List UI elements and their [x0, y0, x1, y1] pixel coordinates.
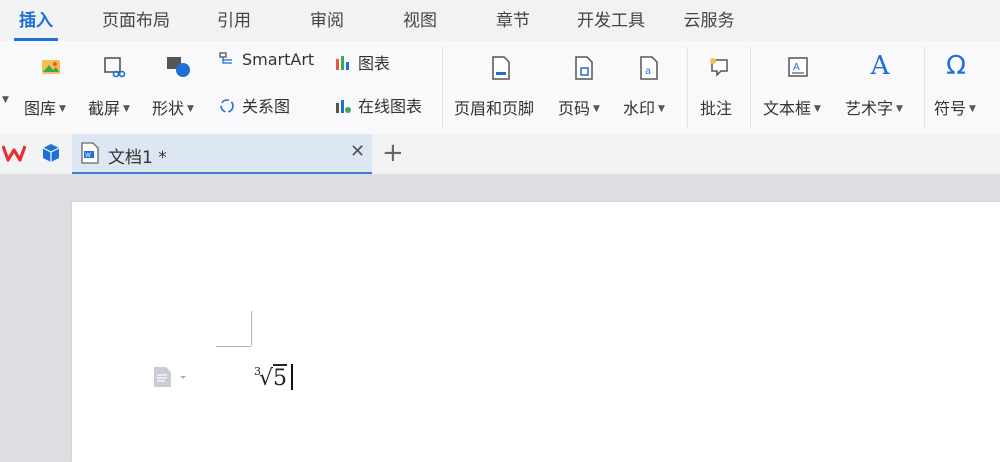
header-footer-icon [490, 55, 512, 85]
comment-label: 批注 [700, 99, 733, 118]
cube-root-formula[interactable]: 3√5 [254, 364, 294, 391]
header-footer-button[interactable]: 页眉和页脚 [454, 55, 548, 131]
tab-review[interactable]: 审阅 [307, 0, 347, 41]
chart-label: 图表 [358, 54, 391, 73]
tab-page-layout[interactable]: 页面布局 [98, 0, 174, 41]
text-cursor [291, 364, 294, 390]
symbol-button[interactable]: Ω 符号 ▼ [934, 53, 994, 131]
gallery-icon [39, 55, 63, 83]
ribbon-separator [442, 47, 443, 129]
textbox-label: 文本框 [763, 99, 812, 118]
document-page[interactable] [72, 202, 1000, 462]
ribbon-separator [750, 47, 751, 129]
ribbon: ▼ 图库 ▼ 截屏 ▼ 形状 ▼ SmartArt 关系图 图表 在线图表 页眉… [0, 41, 1000, 135]
wordart-button[interactable]: A 艺术字 ▼ [845, 53, 915, 131]
page-number-button[interactable]: 页码 ▼ [558, 55, 610, 131]
online-chart-button[interactable]: 在线图表 [334, 93, 422, 117]
smartart-button[interactable]: SmartArt [218, 50, 314, 74]
watermark-button[interactable]: a 水印 ▼ [623, 55, 675, 131]
margin-corner-mark [251, 311, 252, 346]
textbox-dropdown-icon[interactable]: ▼ [814, 104, 821, 114]
svg-text:a: a [645, 66, 651, 77]
screenshot-button[interactable]: 截屏 ▼ [88, 55, 140, 131]
document-tab-title: 文档1 * [108, 148, 167, 168]
close-icon[interactable]: ✕ [350, 141, 365, 162]
ribbon-separator [924, 47, 925, 129]
smartart-label: SmartArt [242, 50, 315, 69]
tab-view[interactable]: 视图 [400, 0, 440, 41]
screenshot-dropdown-icon[interactable]: ▼ [123, 104, 130, 114]
shapes-label: 形状 [152, 99, 185, 118]
symbol-dropdown-icon[interactable]: ▼ [969, 104, 976, 114]
wordart-icon: A [870, 51, 890, 81]
svg-text:W: W [85, 152, 91, 159]
watermark-icon: a [638, 55, 660, 85]
new-tab-icon[interactable]: + [382, 138, 404, 168]
comment-button[interactable]: 批注 [700, 55, 738, 131]
wordart-dropdown-icon[interactable]: ▼ [896, 104, 903, 114]
comment-icon [707, 55, 731, 83]
watermark-label: 水印 [623, 99, 656, 118]
online-chart-icon [334, 97, 352, 115]
shapes-icon [165, 55, 191, 83]
document-tab-bar: W 文档1 * ✕ + [0, 134, 1000, 174]
chart-button[interactable]: 图表 [334, 50, 390, 74]
svg-text:A: A [793, 62, 800, 73]
textbox-icon: A [786, 55, 810, 83]
gallery-label: 图库 [24, 99, 57, 118]
shapes-dropdown-icon[interactable]: ▼ [187, 104, 194, 114]
gallery-button[interactable]: 图库 ▼ [24, 55, 78, 131]
relation-diagram-button[interactable]: 关系图 [218, 93, 290, 117]
word-document-icon: W [80, 142, 100, 168]
tab-cloud-services[interactable]: 云服务 [681, 0, 737, 41]
tab-chapter[interactable]: 章节 [493, 0, 533, 41]
relation-diagram-icon [218, 97, 236, 115]
margin-corner-mark [216, 346, 251, 347]
paragraph-layout-icon[interactable] [152, 366, 190, 392]
page-number-label: 页码 [558, 99, 591, 118]
relation-diagram-label: 关系图 [242, 97, 291, 116]
radical-sign: √ [259, 366, 274, 391]
menu-tab-bar: 插入 页面布局 引用 审阅 视图 章节 开发工具 云服务 [0, 0, 1000, 41]
cube-icon[interactable] [42, 143, 60, 167]
symbol-icon: Ω [946, 51, 966, 81]
screenshot-icon [102, 55, 126, 83]
tab-developer-tools[interactable]: 开发工具 [573, 0, 649, 41]
textbox-button[interactable]: A 文本框 ▼ [763, 55, 833, 131]
symbol-label: 符号 [934, 99, 967, 118]
root-index: 3 [254, 365, 261, 378]
screenshot-label: 截屏 [88, 99, 121, 118]
radicand: 5 [273, 366, 288, 391]
tab-references[interactable]: 引用 [214, 0, 254, 41]
watermark-dropdown-icon[interactable]: ▼ [658, 104, 665, 114]
smartart-icon [218, 50, 236, 68]
wordart-label: 艺术字 [845, 99, 894, 118]
ribbon-separator [687, 47, 688, 129]
tab-insert[interactable]: 插入 [14, 0, 58, 41]
overflow-caret-icon[interactable]: ▼ [2, 95, 9, 105]
wps-logo-icon[interactable] [1, 142, 27, 168]
header-footer-label: 页眉和页脚 [454, 99, 535, 118]
chart-icon [334, 54, 352, 72]
shapes-button[interactable]: 形状 ▼ [152, 55, 204, 131]
document-tab[interactable]: W 文档1 * ✕ [72, 134, 372, 174]
gallery-dropdown-icon[interactable]: ▼ [59, 104, 66, 114]
page-number-icon [573, 55, 595, 85]
online-chart-label: 在线图表 [358, 97, 423, 116]
page-number-dropdown-icon[interactable]: ▼ [593, 104, 600, 114]
